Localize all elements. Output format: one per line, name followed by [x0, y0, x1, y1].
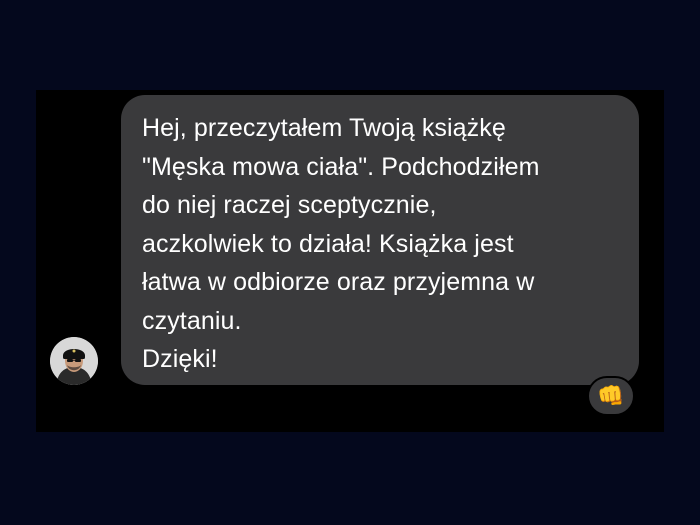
reaction-fist-emoji-icon[interactable]: 👊 — [587, 376, 635, 416]
sender-avatar[interactable] — [50, 337, 98, 385]
message-text: Hej, przeczytałem Twoją książkę "Męska m… — [142, 114, 540, 373]
profile-photo-icon — [50, 337, 98, 385]
